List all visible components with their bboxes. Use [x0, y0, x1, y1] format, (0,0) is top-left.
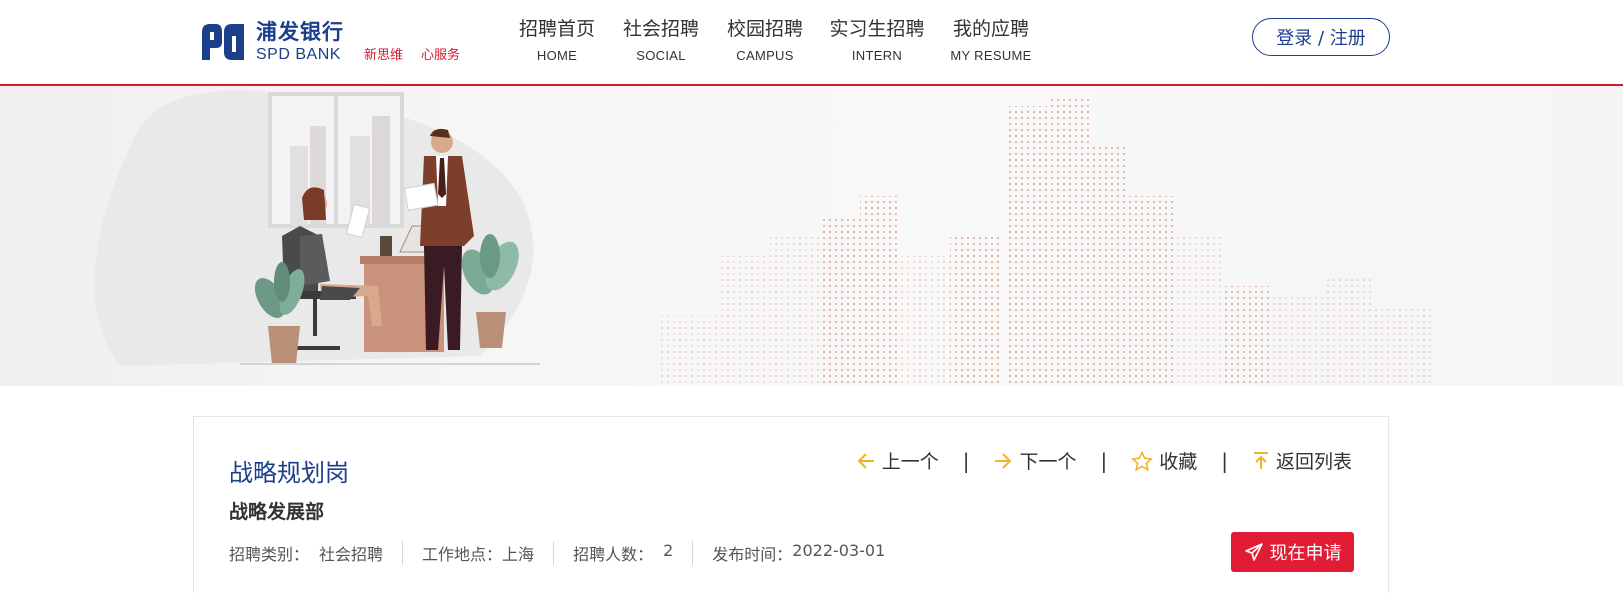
previous-job-label: 上一个: [881, 451, 939, 473]
previous-job-link[interactable]: 上一个: [856, 447, 939, 474]
meta-label: 招聘类别：: [229, 545, 310, 564]
hero-banner: [0, 86, 1623, 386]
meta-value: 上海: [502, 545, 535, 564]
next-job-label: 下一个: [1019, 451, 1077, 473]
nav-label-cn: 招聘首页: [519, 18, 596, 40]
department-name: 战略发展部: [229, 501, 325, 523]
spd-bank-logo[interactable]: 浦发银行 SPD BANK: [198, 20, 344, 64]
meta-publish-date: 发布时间： 2022-03-01: [712, 541, 885, 565]
meta-value: 2: [663, 541, 674, 560]
arrow-right-icon: [995, 452, 1012, 469]
apply-now-button[interactable]: 现在申请: [1231, 532, 1354, 572]
star-outline-icon: [1131, 450, 1154, 471]
action-separator: |: [962, 448, 970, 473]
job-meta: 招聘类别： 社会招聘 工作地点： 上海 招聘人数： 2 发布时间： 2022-0…: [229, 541, 885, 565]
slogan-1: 新思维: [364, 48, 404, 63]
job-detail-card: 战略规划岗 战略发展部 上一个 | 下一个 | 收藏 | 返回列表 招聘类别： …: [193, 416, 1389, 593]
nav-label-en: SOCIAL: [636, 48, 686, 63]
meta-divider: [692, 541, 694, 565]
meta-divider: [402, 541, 404, 565]
meta-headcount: 招聘人数： 2: [573, 541, 673, 565]
site-header: 浦发银行 SPD BANK 新思维 心服务 招聘首页 HOME 社会招聘 SOC…: [0, 0, 1623, 86]
favorite-label: 收藏: [1159, 451, 1198, 473]
next-job-link[interactable]: 下一个: [993, 447, 1076, 474]
paper-plane-icon: [1244, 543, 1263, 561]
job-actions: 上一个 | 下一个 | 收藏 | 返回列表: [856, 447, 1352, 474]
action-separator: |: [1221, 448, 1228, 473]
meta-divider: [553, 541, 555, 565]
slogan-2: 心服务: [421, 48, 461, 63]
meta-value: 社会招聘: [319, 545, 384, 564]
nav-label-en: CAMPUS: [736, 48, 794, 63]
nav-item-social[interactable]: 社会招聘 SOCIAL: [623, 14, 700, 63]
arrow-up-to-top-icon: [1253, 451, 1268, 469]
nav-label-cn: 我的应聘: [952, 18, 1029, 40]
dotted-skyline-illustration: [660, 96, 1433, 386]
apply-now-label: 现在申请: [1269, 543, 1342, 564]
job-title: 战略规划岗: [229, 459, 349, 487]
window-illustration: [268, 92, 404, 228]
nav-item-home[interactable]: 招聘首页 HOME: [519, 14, 596, 63]
back-to-list-label: 返回列表: [1275, 451, 1352, 473]
logo-text: 浦发银行 SPD BANK: [256, 19, 344, 63]
spd-logo-mark-icon: [202, 24, 244, 60]
nav-label-en: INTERN: [851, 48, 903, 63]
meta-label: 招聘人数：: [573, 545, 654, 564]
nav-label-cn: 校园招聘: [727, 18, 804, 40]
main-nav: 招聘首页 HOME 社会招聘 SOCIAL 校园招聘 CAMPUS 实习生招聘 …: [519, 14, 1032, 63]
favorite-button[interactable]: 收藏: [1131, 447, 1197, 474]
meta-label: 工作地点：: [422, 545, 503, 564]
brand-name-cn: 浦发银行: [256, 19, 344, 44]
nav-label-en: HOME: [536, 48, 578, 63]
login-register-button[interactable]: 登录 / 注册: [1252, 18, 1390, 56]
meta-recruit-type: 招聘类别： 社会招聘: [229, 541, 383, 565]
nav-label-cn: 社会招聘: [623, 18, 700, 40]
nav-label-en: MY RESUME: [950, 48, 1032, 63]
banner-illustration: [94, 90, 1433, 386]
nav-label-cn: 实习生招聘: [829, 18, 925, 40]
meta-value: 2022-03-01: [792, 541, 886, 560]
nav-item-campus[interactable]: 校园招聘 CAMPUS: [727, 14, 804, 63]
action-separator: |: [1100, 448, 1108, 473]
meta-location: 工作地点： 上海: [422, 541, 534, 565]
meta-label: 发布时间：: [712, 545, 793, 564]
brand-slogans: 新思维 心服务: [364, 44, 460, 63]
arrow-left-icon: [857, 452, 874, 469]
back-to-list-link[interactable]: 返回列表: [1252, 447, 1352, 474]
nav-item-my-resume[interactable]: 我的应聘 MY RESUME: [950, 14, 1032, 63]
brand-name-en: SPD BANK: [256, 45, 341, 63]
nav-item-intern[interactable]: 实习生招聘 INTERN: [829, 14, 925, 63]
